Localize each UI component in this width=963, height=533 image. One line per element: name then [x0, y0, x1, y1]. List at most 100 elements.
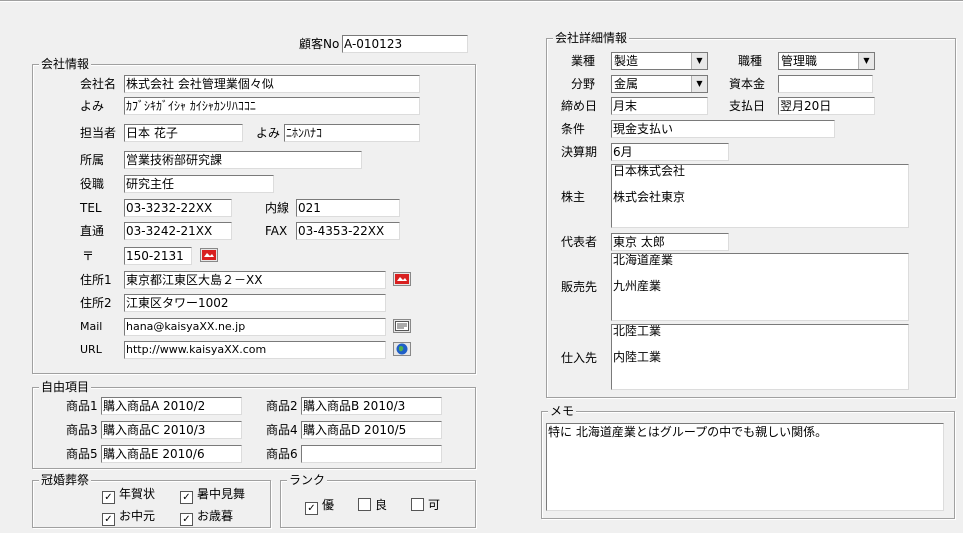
- free-item-field[interactable]: 購入商品A 2010/2: [101, 397, 242, 415]
- suppliers-label: 仕入先: [561, 351, 598, 365]
- company-name-label: 会社名: [80, 77, 117, 91]
- checkbox-label: 暑中見舞: [197, 487, 246, 501]
- checkbox-label: 優: [322, 498, 335, 512]
- job-title-label: 役職: [80, 177, 105, 191]
- memo-title: メモ: [548, 404, 577, 418]
- addr1-field[interactable]: 東京都江東区大島２－XX: [124, 271, 386, 289]
- free-item-label: 商品4: [266, 423, 298, 437]
- industry-select[interactable]: 製造 ▼: [611, 52, 708, 70]
- company-info-title: 会社情報: [39, 57, 92, 71]
- checkbox-label: 年賀状: [119, 487, 156, 501]
- direct-field[interactable]: 03-3242-21XX: [124, 222, 232, 240]
- checkbox-oseibo[interactable]: ✓ お歳暮: [180, 509, 233, 526]
- free-item-field[interactable]: 購入商品B 2010/3: [301, 397, 442, 415]
- memo-textarea[interactable]: 特に 北海道産業とはグループの中でも親しい関係。: [546, 423, 944, 511]
- free-items-title: 自由項目: [39, 380, 92, 394]
- person-kana-field[interactable]: ﾆﾎﾝﾊﾅｺ: [284, 124, 420, 142]
- person-label: 担当者: [80, 126, 117, 140]
- ceremony-title: 冠婚葬祭: [39, 473, 92, 487]
- checkbox-label: お歳暮: [197, 509, 234, 523]
- check-icon: ✓: [305, 502, 318, 515]
- person-kana-label: よみ: [256, 126, 281, 140]
- company-kana-label: よみ: [80, 99, 105, 113]
- zip-field[interactable]: 150-2131: [124, 247, 192, 265]
- company-name-field[interactable]: 株式会社 会社管理業個々似: [124, 75, 420, 93]
- globe-icon[interactable]: [393, 342, 411, 356]
- job-type-label: 職種: [738, 54, 763, 68]
- checkbox-shochu[interactable]: ✓ 暑中見舞: [180, 487, 245, 504]
- dept-label: 所属: [80, 153, 105, 167]
- free-item-field[interactable]: 購入商品E 2010/6: [101, 445, 242, 463]
- addr2-field[interactable]: 江東区タワー1002: [124, 294, 386, 312]
- shareholders-textarea[interactable]: 日本株式会社 株式会社東京: [611, 164, 909, 228]
- ext-field[interactable]: 021: [296, 199, 400, 217]
- ext-label: 内線: [265, 201, 290, 215]
- free-item-label: 商品2: [266, 399, 298, 413]
- person-field[interactable]: 日本 花子: [124, 124, 243, 142]
- customer-no-label: 顧客No: [299, 37, 340, 51]
- url-label: URL: [80, 343, 102, 356]
- mail-icon[interactable]: [393, 319, 411, 333]
- job-title-field[interactable]: 研究主任: [124, 175, 274, 193]
- company-detail-title: 会社詳細情報: [553, 31, 630, 45]
- closing-field[interactable]: 月末: [611, 97, 708, 115]
- checkbox-nengajo[interactable]: ✓ 年賀状: [102, 487, 155, 504]
- checkbox-rank-fair[interactable]: 可: [411, 498, 440, 512]
- shareholders-label: 株主: [561, 190, 586, 204]
- free-item-label: 商品5: [66, 447, 98, 461]
- job-type-select[interactable]: 管理職 ▼: [778, 52, 875, 70]
- free-item-label: 商品3: [66, 423, 98, 437]
- industry-label: 業種: [571, 54, 596, 68]
- mail-label: Mail: [80, 320, 103, 333]
- fiscal-field[interactable]: 6月: [611, 143, 729, 161]
- mail-field[interactable]: hana@kaisyaXX.ne.jp: [124, 318, 386, 336]
- free-item-label: 商品1: [66, 399, 98, 413]
- direct-label: 直通: [80, 224, 105, 238]
- free-item-field[interactable]: 購入商品D 2010/5: [301, 421, 442, 439]
- checkbox-rank-excellent[interactable]: ✓ 優: [305, 498, 334, 515]
- sales-textarea[interactable]: 北海道産業 九州産業: [611, 253, 909, 321]
- map-icon[interactable]: [200, 248, 218, 262]
- checkbox-label: 良: [375, 498, 388, 512]
- customer-no-field[interactable]: A-010123: [342, 35, 468, 53]
- industry-value: 製造: [614, 54, 639, 68]
- fiscal-label: 決算期: [561, 145, 598, 159]
- free-item-field[interactable]: 購入商品C 2010/3: [101, 421, 242, 439]
- capital-label: 資本金: [729, 77, 766, 91]
- representative-field[interactable]: 東京 太郎: [611, 233, 729, 251]
- free-item-field[interactable]: [301, 445, 442, 463]
- free-item-label: 商品6: [266, 447, 298, 461]
- check-icon: ✓: [180, 513, 193, 526]
- checkbox-label: 可: [428, 498, 441, 512]
- terms-field[interactable]: 現金支払い: [611, 120, 835, 138]
- zip-label: 〒: [82, 249, 95, 263]
- sales-label: 販売先: [561, 280, 598, 294]
- field-label: 分野: [571, 77, 596, 91]
- addr1-label: 住所1: [80, 273, 112, 287]
- field-select[interactable]: 金属 ▼: [611, 75, 708, 93]
- payday-label: 支払日: [729, 99, 766, 113]
- fax-field[interactable]: 03-4353-22XX: [296, 222, 400, 240]
- company-kana-field[interactable]: ｶﾌﾞｼｷｶﾞｲｼｬ ｶｲｼｬｶﾝﾘﾊｺｺﾆ: [124, 97, 420, 115]
- addr2-label: 住所2: [80, 296, 112, 310]
- checkbox-ochugen[interactable]: ✓ お中元: [102, 509, 155, 526]
- top-border: [0, 0, 963, 2]
- terms-label: 条件: [561, 122, 586, 136]
- representative-label: 代表者: [561, 235, 598, 249]
- chevron-down-icon[interactable]: ▼: [858, 53, 874, 69]
- check-icon: ✓: [102, 513, 115, 526]
- checkbox-rank-good[interactable]: 良: [358, 498, 387, 512]
- chevron-down-icon[interactable]: ▼: [691, 76, 707, 92]
- url-field[interactable]: http://www.kaisyaXX.com: [124, 341, 386, 359]
- field-value: 金属: [614, 77, 639, 91]
- chevron-down-icon[interactable]: ▼: [691, 53, 707, 69]
- suppliers-textarea[interactable]: 北陸工業 内陸工業: [611, 324, 909, 390]
- dept-field[interactable]: 営業技術部研究課: [124, 151, 362, 169]
- rank-title: ランク: [287, 473, 328, 487]
- capital-field[interactable]: [778, 75, 873, 93]
- tel-field[interactable]: 03-3232-22XX: [124, 199, 232, 217]
- map-icon[interactable]: [393, 272, 411, 286]
- checkbox-label: お中元: [119, 509, 156, 523]
- check-icon: ✓: [102, 491, 115, 504]
- payday-field[interactable]: 翌月20日: [778, 97, 875, 115]
